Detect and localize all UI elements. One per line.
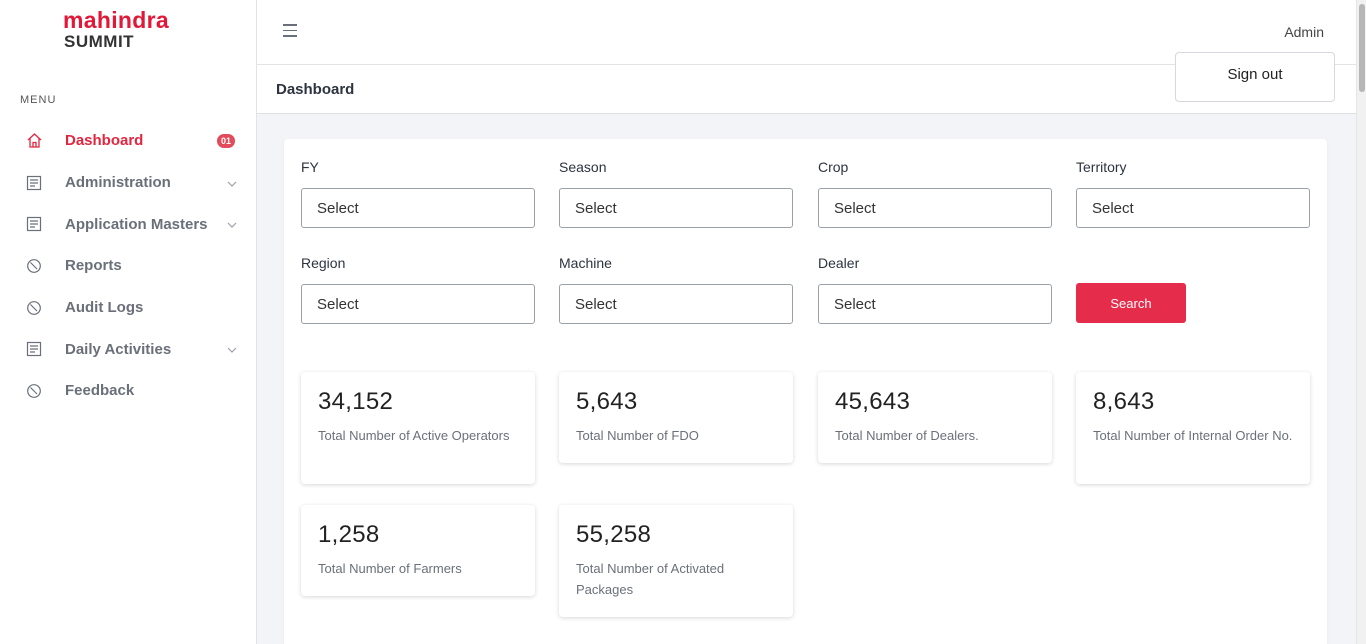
sidebar: mahindra SUMMIT MENU Dashboard 01 Admini… bbox=[0, 0, 257, 644]
sidebar-item-label: Application Masters bbox=[65, 215, 208, 233]
hamburger-menu-icon[interactable] bbox=[283, 24, 297, 38]
dealer-filter: Dealer Select bbox=[818, 255, 1052, 324]
dealer-label: Dealer bbox=[818, 255, 860, 271]
machine-filter: Machine Select bbox=[559, 255, 793, 324]
sidebar-item-label: Audit Logs bbox=[65, 299, 144, 317]
chevron-down-icon bbox=[226, 218, 238, 230]
stat-value: 45,643 bbox=[835, 388, 911, 415]
stat-card-activated-packages[interactable]: 55,258 Total Number of Activated Package… bbox=[559, 505, 793, 617]
crop-filter: Crop Select bbox=[818, 159, 1052, 228]
region-select[interactable]: Select bbox=[301, 284, 535, 324]
brand-logo[interactable]: mahindra SUMMIT bbox=[63, 8, 169, 52]
stat-label: Total Number of Dealers. bbox=[835, 428, 979, 443]
page-title: Dashboard bbox=[276, 81, 355, 98]
sidebar-item-label: Daily Activities bbox=[65, 340, 172, 358]
stat-value: 34,152 bbox=[318, 388, 394, 415]
stat-card-internal-orders[interactable]: 8,643 Total Number of Internal Order No. bbox=[1076, 372, 1310, 484]
season-label: Season bbox=[559, 159, 607, 175]
stat-card-farmers[interactable]: 1,258 Total Number of Farmers bbox=[301, 505, 535, 596]
sidebar-item-label: Dashboard bbox=[65, 132, 144, 150]
sign-out-button[interactable]: Sign out bbox=[1175, 52, 1335, 102]
clock-icon bbox=[25, 299, 43, 317]
chevron-down-icon bbox=[226, 343, 238, 355]
region-filter: Region Select bbox=[301, 255, 535, 324]
stat-label: Total Number of Farmers bbox=[318, 561, 462, 576]
sidebar-item-label: Administration bbox=[65, 174, 171, 192]
stat-card-active-operators[interactable]: 34,152 Total Number of Active Operators bbox=[301, 372, 535, 484]
machine-select[interactable]: Select bbox=[559, 284, 793, 324]
page-scrollbar[interactable] bbox=[1356, 0, 1366, 644]
region-label: Region bbox=[301, 255, 346, 271]
clock-icon bbox=[25, 257, 43, 275]
sidebar-nav: Dashboard 01 Administration Application … bbox=[0, 120, 256, 412]
search-button[interactable]: Search bbox=[1076, 283, 1186, 323]
territory-filter: Territory Select bbox=[1076, 159, 1310, 228]
dashboard-panel: FY Select Season Select Crop Select Terr… bbox=[284, 139, 1327, 644]
document-icon bbox=[25, 340, 43, 358]
stat-label: Total Number of Activated Packages bbox=[576, 561, 725, 597]
stat-label: Total Number of Active Operators bbox=[318, 428, 510, 443]
home-icon bbox=[25, 132, 43, 150]
dealer-select[interactable]: Select bbox=[818, 284, 1052, 324]
notification-badge: 01 bbox=[217, 133, 236, 148]
sidebar-item-dashboard[interactable]: Dashboard 01 bbox=[0, 120, 256, 162]
brand-logo-top: mahindra bbox=[63, 7, 169, 33]
menu-heading: MENU bbox=[20, 94, 57, 106]
brand-logo-bottom: SUMMIT bbox=[64, 32, 135, 51]
stat-value: 5,643 bbox=[576, 388, 638, 415]
sidebar-item-feedback[interactable]: Feedback bbox=[0, 370, 256, 412]
stat-label: Total Number of Internal Order No. bbox=[1093, 428, 1293, 443]
season-filter: Season Select bbox=[559, 159, 793, 228]
fy-select[interactable]: Select bbox=[301, 188, 535, 228]
crop-label: Crop bbox=[818, 159, 849, 175]
stat-label: Total Number of FDO bbox=[576, 428, 699, 443]
sidebar-item-label: Feedback bbox=[65, 382, 135, 400]
stat-value: 55,258 bbox=[576, 521, 652, 548]
fy-filter: FY Select bbox=[301, 159, 535, 228]
territory-label: Territory bbox=[1076, 159, 1127, 175]
document-icon bbox=[25, 215, 43, 233]
stat-card-dealers[interactable]: 45,643 Total Number of Dealers. bbox=[818, 372, 1052, 463]
clock-icon bbox=[25, 382, 43, 400]
sidebar-item-reports[interactable]: Reports bbox=[0, 245, 256, 287]
scrollbar-thumb[interactable] bbox=[1359, 4, 1365, 92]
user-menu[interactable]: Admin bbox=[1284, 24, 1324, 40]
sidebar-item-application-masters[interactable]: Application Masters bbox=[0, 203, 256, 245]
sidebar-item-label: Reports bbox=[65, 257, 122, 275]
sidebar-item-audit-logs[interactable]: Audit Logs bbox=[0, 287, 256, 329]
document-icon bbox=[25, 174, 43, 192]
sidebar-item-daily-activities[interactable]: Daily Activities bbox=[0, 328, 256, 370]
sidebar-item-administration[interactable]: Administration bbox=[0, 162, 256, 204]
stat-card-fdo[interactable]: 5,643 Total Number of FDO bbox=[559, 372, 793, 463]
season-select[interactable]: Select bbox=[559, 188, 793, 228]
fy-label: FY bbox=[301, 159, 319, 175]
machine-label: Machine bbox=[559, 255, 612, 271]
territory-select[interactable]: Select bbox=[1076, 188, 1310, 228]
crop-select[interactable]: Select bbox=[818, 188, 1052, 228]
stat-value: 1,258 bbox=[318, 521, 380, 548]
stat-value: 8,643 bbox=[1093, 388, 1155, 415]
chevron-down-icon bbox=[226, 177, 238, 189]
